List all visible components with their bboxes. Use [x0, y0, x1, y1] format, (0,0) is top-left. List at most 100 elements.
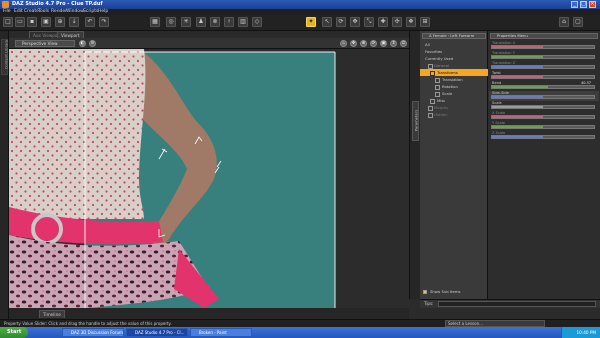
tips-label: Tips:	[424, 301, 434, 306]
slider-z-scale[interactable]: Z Scale	[489, 131, 599, 141]
taskbar: Start DAZ 3D Discussion Forum | ... DAZ …	[0, 327, 600, 338]
menu-file[interactable]: File	[3, 9, 11, 14]
node-weight-map-icon[interactable]: ✣	[392, 17, 402, 27]
active-pose-icon[interactable]: ✚	[378, 17, 388, 27]
window-title: DAZ Studio 4.7 Pro - Clue TP.duf	[12, 1, 103, 7]
slider-twist[interactable]: Twist	[489, 71, 599, 81]
task-forum[interactable]: DAZ 3D Discussion Forum | ...	[62, 328, 124, 337]
slider-translation-z[interactable]: Translation Z	[489, 61, 599, 71]
menu-tools[interactable]: Tools	[38, 9, 49, 14]
tab-viewport[interactable]: Viewport	[57, 31, 84, 38]
menu-render[interactable]: Render	[51, 9, 67, 14]
scene-render	[9, 49, 409, 308]
tree-item-currently-used[interactable]: Currently Used	[420, 55, 493, 62]
tips-field	[438, 301, 596, 307]
viewport-bottom-bar: Timeline	[9, 308, 409, 319]
slider-translation-y[interactable]: Translation Y	[489, 51, 599, 61]
close-icon[interactable]: ×	[589, 1, 596, 8]
status-message: Property Value Slider: Click and drag th…	[4, 321, 172, 326]
parameters-dock: Parameters	[409, 31, 420, 299]
slider-scale[interactable]: Scale	[489, 101, 599, 111]
geometry-editor-icon[interactable]: ◇	[252, 17, 262, 27]
slider-fill	[492, 116, 543, 118]
menu-scripts[interactable]: Scripts	[83, 9, 98, 14]
property-sliders: Properties Menu Translation X Translatio…	[488, 31, 600, 299]
show-sub-items-checkbox[interactable]	[423, 290, 427, 294]
save-icon[interactable]: ▪	[27, 17, 37, 27]
camera-select[interactable]: Perspective View	[15, 40, 75, 47]
joint-editor-icon[interactable]: ⟊	[224, 17, 234, 27]
render-settings-icon[interactable]: ▦	[150, 17, 160, 27]
orbit-icon[interactable]: ♨	[340, 40, 347, 47]
tips-bar: Tips:	[420, 299, 600, 308]
save-as-icon[interactable]: ▣	[41, 17, 51, 27]
menu-edit[interactable]: Edit	[14, 9, 23, 14]
task-paint[interactable]: Broken - Paint	[190, 328, 252, 337]
slider-fill	[492, 126, 543, 128]
slider-fill	[492, 76, 543, 78]
redo-icon[interactable]: ↷	[99, 17, 109, 27]
slider-fill	[492, 66, 543, 68]
new-scene-icon[interactable]: □	[3, 17, 13, 27]
slider-fill	[492, 96, 543, 98]
viewport-menu-icon[interactable]: ≡	[89, 40, 96, 47]
translate-tool-icon[interactable]: ✥	[350, 17, 360, 27]
viewport-canvas[interactable]	[9, 49, 409, 308]
slider-side-side[interactable]: Side-Side	[489, 91, 599, 101]
universal-tool-icon[interactable]: ↖	[322, 17, 332, 27]
menu-create[interactable]: Create	[24, 9, 39, 14]
draw-style-icon[interactable]: ◐	[79, 40, 86, 47]
app-icon	[2, 1, 9, 8]
slider-fill	[492, 56, 543, 58]
activity-bar-icon[interactable]: ▢	[573, 17, 583, 27]
checkbox-icon[interactable]	[428, 113, 433, 118]
rotate-tool-icon[interactable]: ⟳	[336, 17, 346, 27]
node-weight-brush-icon[interactable]: ♟	[196, 17, 206, 27]
merge-icon[interactable]: ⊕	[55, 17, 65, 27]
properties-filter[interactable]: Properties Menu	[490, 33, 598, 39]
slider-translation-x[interactable]: Translation X	[489, 41, 599, 51]
tab-parameters[interactable]: Parameters	[412, 101, 419, 141]
power-pose-icon[interactable]: ✦	[306, 17, 316, 27]
viewport-tabs: Aux Viewport Viewport	[9, 31, 409, 38]
frame-icon[interactable]: ▣	[380, 40, 387, 47]
pan-icon[interactable]: ✥	[350, 40, 357, 47]
title-bar: DAZ Studio 4.7 Pro - Clue TP.duf _ □ ×	[0, 0, 600, 9]
viewport-power-icon[interactable]: ⏻	[400, 40, 407, 47]
transform-tool-icon[interactable]: ⊗	[210, 17, 220, 27]
slider-y-scale[interactable]: Y Scale	[489, 121, 599, 131]
slider-bend[interactable]: Bend 40.37	[489, 81, 599, 91]
scale-tool-icon[interactable]: ⤡	[364, 17, 374, 27]
node-selector[interactable]: A Female : Left Forearm	[422, 33, 486, 39]
render-icon[interactable]: ◎	[166, 17, 176, 27]
open-icon[interactable]: ▭	[15, 17, 25, 27]
spot-render-icon[interactable]: ✳	[181, 17, 191, 27]
tree-item-favorites[interactable]: Favorites	[420, 48, 493, 55]
show-sub-items[interactable]: Show Sub Items	[421, 288, 487, 296]
import-icon[interactable]: ↓	[69, 17, 79, 27]
dolly-icon[interactable]: ⇕	[390, 40, 397, 47]
bend-value[interactable]: 40.37	[581, 81, 591, 85]
task-daz-studio[interactable]: DAZ Studio 4.7 Pro - Cl...	[126, 328, 188, 337]
left-dock: Content Library	[0, 31, 9, 319]
toolbar: □ ▭ ▪ ▣ ⊕ ↓ ↶ ↷ ▦ ◎ ✳ ♟ ⊗ ⟊ ▥ ◇ ✦ ↖ ⟳ ✥ …	[0, 15, 600, 31]
home-icon[interactable]: ⌂	[559, 17, 569, 27]
slider-fill	[492, 106, 543, 108]
status-bar: Property Value Slider: Click and drag th…	[0, 319, 600, 327]
undo-icon[interactable]: ↶	[85, 17, 95, 27]
maximize-icon[interactable]: □	[580, 1, 587, 8]
region-nav-icon[interactable]: ⊞	[420, 17, 430, 27]
tab-content-library[interactable]: Content Library	[1, 39, 9, 75]
tree-item-all[interactable]: All	[420, 41, 493, 48]
tab-timeline[interactable]: Timeline	[39, 310, 65, 318]
minimize-icon[interactable]: _	[571, 1, 578, 8]
zoom-icon[interactable]: ⊕	[360, 40, 367, 47]
rotate-view-icon[interactable]: ⟳	[370, 40, 377, 47]
slider-x-scale[interactable]: X Scale	[489, 111, 599, 121]
lesson-select[interactable]: Select a Lesson...	[445, 320, 545, 327]
geometry-tool-icon[interactable]: ❖	[406, 17, 416, 27]
surface-selection-icon[interactable]: ▥	[238, 17, 248, 27]
start-button[interactable]: Start	[0, 327, 28, 338]
menu-window[interactable]: Window	[66, 9, 84, 14]
menu-help[interactable]: Help	[98, 9, 108, 14]
